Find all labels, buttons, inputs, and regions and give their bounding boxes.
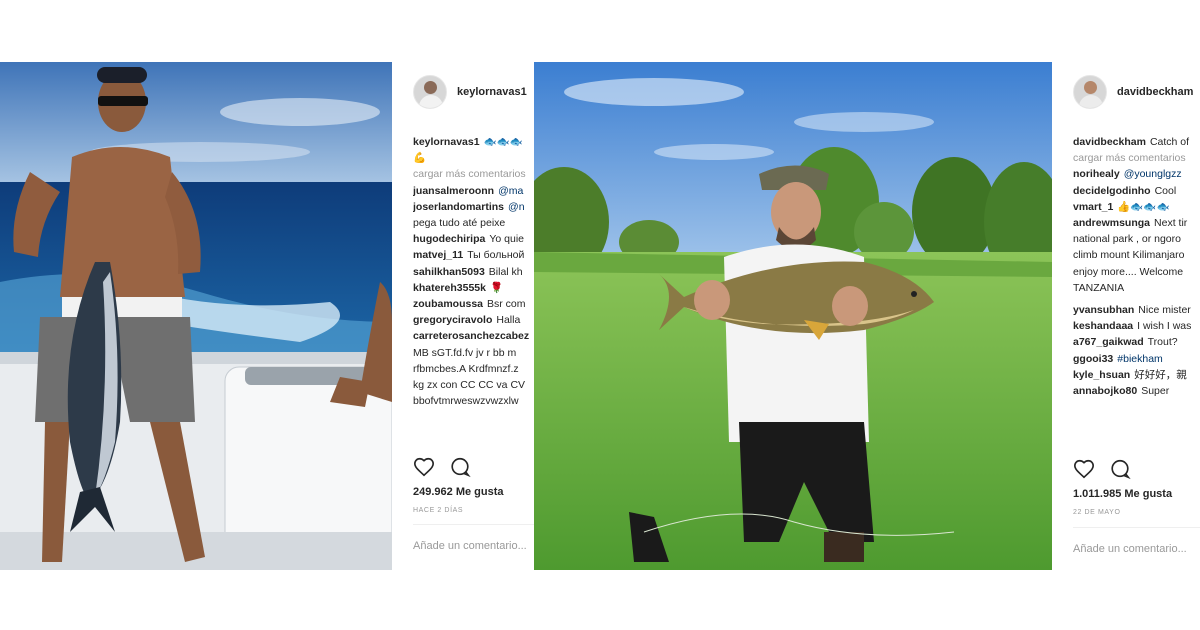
post-actions xyxy=(1073,458,1131,480)
post-sidebar-davidbeckham: davidbeckham davidbeckham Catch of cargar… xyxy=(1073,62,1200,570)
comment-continued: MB sGT.fd.fv jv r bb m xyxy=(413,346,517,359)
comment: juansalmeroonn @ma xyxy=(413,184,524,197)
comment: andrewmsunga Next tir xyxy=(1073,217,1188,230)
likes-count[interactable]: 1.011.985 Me gusta xyxy=(1073,488,1172,500)
comment-continued: climb mount Kilimanjaro xyxy=(1073,249,1185,262)
post-header: davidbeckham xyxy=(1073,72,1193,112)
comment-continued: national park , or ngoro xyxy=(1073,233,1181,246)
comment-bubble-icon[interactable] xyxy=(1109,458,1131,480)
avatar[interactable] xyxy=(1073,75,1107,109)
load-more-comments-link[interactable]: cargar más comentarios xyxy=(413,166,534,182)
post-date: HACE 2 DÍAS xyxy=(413,507,464,514)
load-more-comments-link[interactable]: cargar más comentarios xyxy=(1073,150,1200,166)
caption: keylornavas1 🐟🐟🐟 xyxy=(413,134,534,150)
divider xyxy=(1073,527,1200,528)
comment: decidelgodinho Cool xyxy=(1073,184,1177,197)
comment: hugodechiripa Yo quie xyxy=(413,233,524,246)
caption-text: 🐟🐟🐟 xyxy=(483,136,523,148)
comments-list: davidbeckham Catch of cargar más comentar… xyxy=(1073,134,1200,399)
post-header: keylornavas1 xyxy=(413,72,527,112)
comment: annabojko80 Super xyxy=(1073,385,1170,398)
comment: kyle_hsuan 好好好，親 xyxy=(1073,368,1187,381)
divider xyxy=(413,524,534,525)
add-comment-input[interactable]: Añade un comentario... xyxy=(413,540,527,552)
comments-list: keylornavas1 🐟🐟🐟 💪 cargar más comentarios… xyxy=(413,134,534,409)
comment-continued: enjoy more.... Welcome xyxy=(1073,265,1184,278)
comment: gregoryciravolo Halla xyxy=(413,314,521,327)
comment: a767_gaikwad Trout? xyxy=(1073,336,1178,349)
username-link[interactable]: keylornavas1 xyxy=(457,86,527,98)
post-photo-keylornavas[interactable] xyxy=(0,62,392,570)
caption: davidbeckham Catch of xyxy=(1073,134,1200,150)
comment-continued: pega tudo até peixe xyxy=(413,217,506,230)
caption-username[interactable]: keylornavas1 xyxy=(413,136,480,148)
comment: vmart_1 👍🐟🐟🐟 xyxy=(1073,200,1170,213)
username-link[interactable]: davidbeckham xyxy=(1117,86,1193,98)
comment-continued: bbofvtmrweswzvwzxlw xyxy=(413,395,519,408)
comment-continued: kg zx con CC CC va CV xyxy=(413,379,526,392)
caption-text: Catch of xyxy=(1149,136,1190,148)
caption-continued: 💪 xyxy=(413,152,427,165)
post-actions xyxy=(413,456,471,478)
caption-username[interactable]: davidbeckham xyxy=(1073,136,1146,148)
comment: sahilkhan5093 Bilal kh xyxy=(413,265,523,278)
comment: ggooi33 #biekham xyxy=(1073,352,1163,365)
comment: keshandaaa I wish I was xyxy=(1073,320,1192,333)
boat-fishing-photo xyxy=(0,62,392,570)
comment-continued: TANZANIA xyxy=(1073,281,1125,294)
add-comment-input[interactable]: Añade un comentario... xyxy=(1073,543,1187,555)
comment: matvej_11 Ты больной xyxy=(413,249,525,262)
like-heart-icon[interactable] xyxy=(413,456,435,478)
comment: zoubamoussa Bsr com xyxy=(413,298,526,311)
post-date: 22 DE MAYO xyxy=(1073,509,1121,516)
comment-bubble-icon[interactable] xyxy=(449,456,471,478)
comment: khatereh3555k 🌹 xyxy=(413,281,504,294)
avatar[interactable] xyxy=(413,75,447,109)
like-heart-icon[interactable] xyxy=(1073,458,1095,480)
comment-continued: rfbmcbes.A Krdfmnzf.z xyxy=(413,362,519,375)
post-sidebar-keylornavas: keylornavas1 keylornavas1 🐟🐟🐟 💪 cargar má… xyxy=(413,62,534,570)
comment: joserlandomartins @n xyxy=(413,200,525,213)
river-fishing-photo xyxy=(534,62,1052,570)
post-photo-davidbeckham[interactable] xyxy=(534,62,1052,570)
likes-count[interactable]: 249.962 Me gusta xyxy=(413,486,504,498)
comment: yvansubhan Nice mister xyxy=(1073,304,1191,317)
comment: norihealy @younglgzz xyxy=(1073,168,1182,181)
comment: carreterosanchezcabez xyxy=(413,330,530,343)
